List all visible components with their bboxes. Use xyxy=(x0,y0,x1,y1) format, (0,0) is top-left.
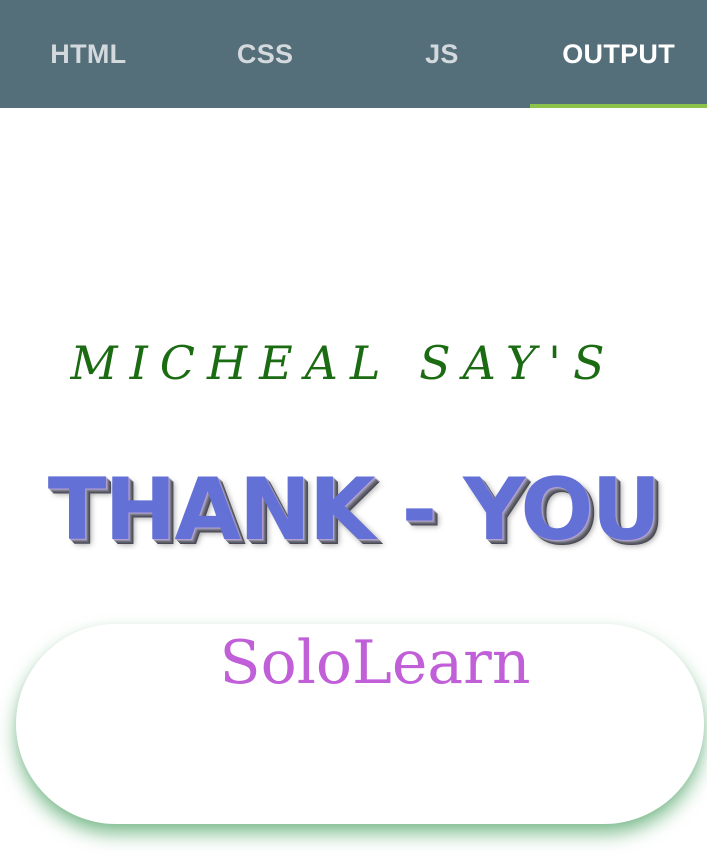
tab-css-label: CSS xyxy=(236,38,294,69)
tab-html[interactable]: HTML xyxy=(0,0,177,108)
code-tab-bar: HTML CSS JS OUTPUT xyxy=(0,0,707,108)
tab-js-label: JS xyxy=(425,38,459,69)
sololearn-text: SoloLearn xyxy=(219,628,531,698)
tab-output[interactable]: OUTPUT xyxy=(530,0,707,108)
thank-you-heading: THANK - YOU xyxy=(47,460,662,560)
tab-js[interactable]: JS xyxy=(354,0,531,108)
tab-output-label: OUTPUT xyxy=(562,38,676,69)
says-heading: MICHEAL SAY'S xyxy=(70,336,617,390)
tab-css[interactable]: CSS xyxy=(177,0,354,108)
sololearn-card: SoloLearn xyxy=(16,624,704,824)
tab-html-label: HTML xyxy=(50,38,127,69)
output-panel: MICHEAL SAY'S THANK - YOU SoloLearn xyxy=(0,108,707,867)
